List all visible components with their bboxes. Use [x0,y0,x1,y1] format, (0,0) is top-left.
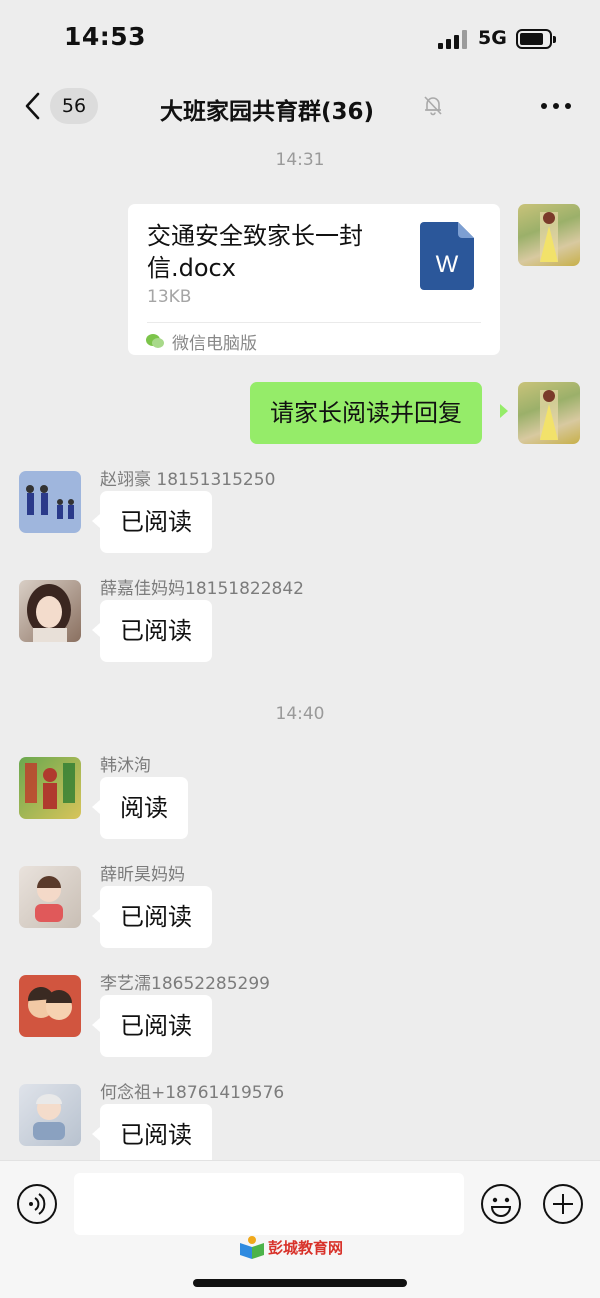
status-time: 14:53 [64,22,147,51]
watermark-text: 彭城教育网 [268,1239,344,1257]
message-bubble[interactable]: 已阅读 [100,886,212,948]
message-bubble[interactable]: 已阅读 [100,491,212,553]
battery-icon [516,29,556,49]
file-size: 13KB [147,287,192,307]
sender-avatar[interactable] [19,866,81,928]
file-message-card[interactable]: 交通安全致家长一封信.docx 13KB W 微信电脑版 [128,204,500,355]
file-name: 交通安全致家长一封信.docx [147,222,363,282]
sender-name: 何念祖+18761419576 [100,1083,285,1103]
message-bubble[interactable]: 已阅读 [100,995,212,1057]
unread-count-badge[interactable]: 56 [50,88,98,124]
sender-avatar[interactable] [19,580,81,642]
sender-name: 李艺濡18652285299 [100,974,270,994]
time-separator: 14:31 [275,150,325,170]
time-separator: 14:40 [275,704,325,724]
book-logo-icon [240,1236,264,1259]
back-chevron-icon[interactable] [22,91,44,121]
file-source-label: 微信电脑版 [172,334,257,354]
sender-name: 赵翊豪 18151315250 [100,470,276,490]
sender-name: 薛嘉佳妈妈18151822842 [100,579,304,599]
message-bubble[interactable]: 已阅读 [100,1104,212,1160]
site-watermark: 彭城教育网 [238,1235,343,1259]
word-icon-letter: W [436,251,459,278]
bubble-tail [92,909,100,923]
bubble-tail [92,800,100,814]
plus-icon[interactable] [542,1183,584,1225]
my-avatar[interactable] [518,382,580,444]
bubble-tail [92,1127,100,1141]
message-input[interactable] [74,1173,464,1235]
network-type: 5G [478,27,507,49]
sender-avatar[interactable] [19,757,81,819]
more-options-icon[interactable] [541,103,573,111]
bubble-tail [92,1018,100,1032]
chat-header: 56 大班家园共育群(36) [0,78,600,140]
muted-bell-icon [424,96,442,116]
sender-name: 薛昕昊妈妈 [100,865,185,885]
signal-icon [438,30,468,49]
bubble-tail [92,623,100,637]
wechat-icon [146,334,164,348]
divider [147,322,481,323]
home-indicator[interactable] [193,1279,407,1287]
bubble-tail [92,514,100,528]
chat-title: 大班家园共育群(36) [160,99,375,125]
word-document-icon: W [420,222,474,290]
sender-avatar[interactable] [19,1084,81,1146]
voice-input-icon[interactable] [16,1183,58,1225]
my-message-bubble[interactable]: 请家长阅读并回复 [250,382,482,444]
bubble-tail [500,404,508,418]
sender-name: 韩沐洵 [100,756,151,776]
sender-avatar[interactable] [19,471,81,533]
my-avatar[interactable] [518,204,580,266]
sender-avatar[interactable] [19,975,81,1037]
message-bubble[interactable]: 已阅读 [100,600,212,662]
chat-input-bar: 彭城教育网 [0,1160,600,1298]
message-bubble[interactable]: 阅读 [100,777,188,839]
status-bar: 14:53 5G [0,0,600,78]
emoji-icon[interactable] [480,1183,522,1225]
